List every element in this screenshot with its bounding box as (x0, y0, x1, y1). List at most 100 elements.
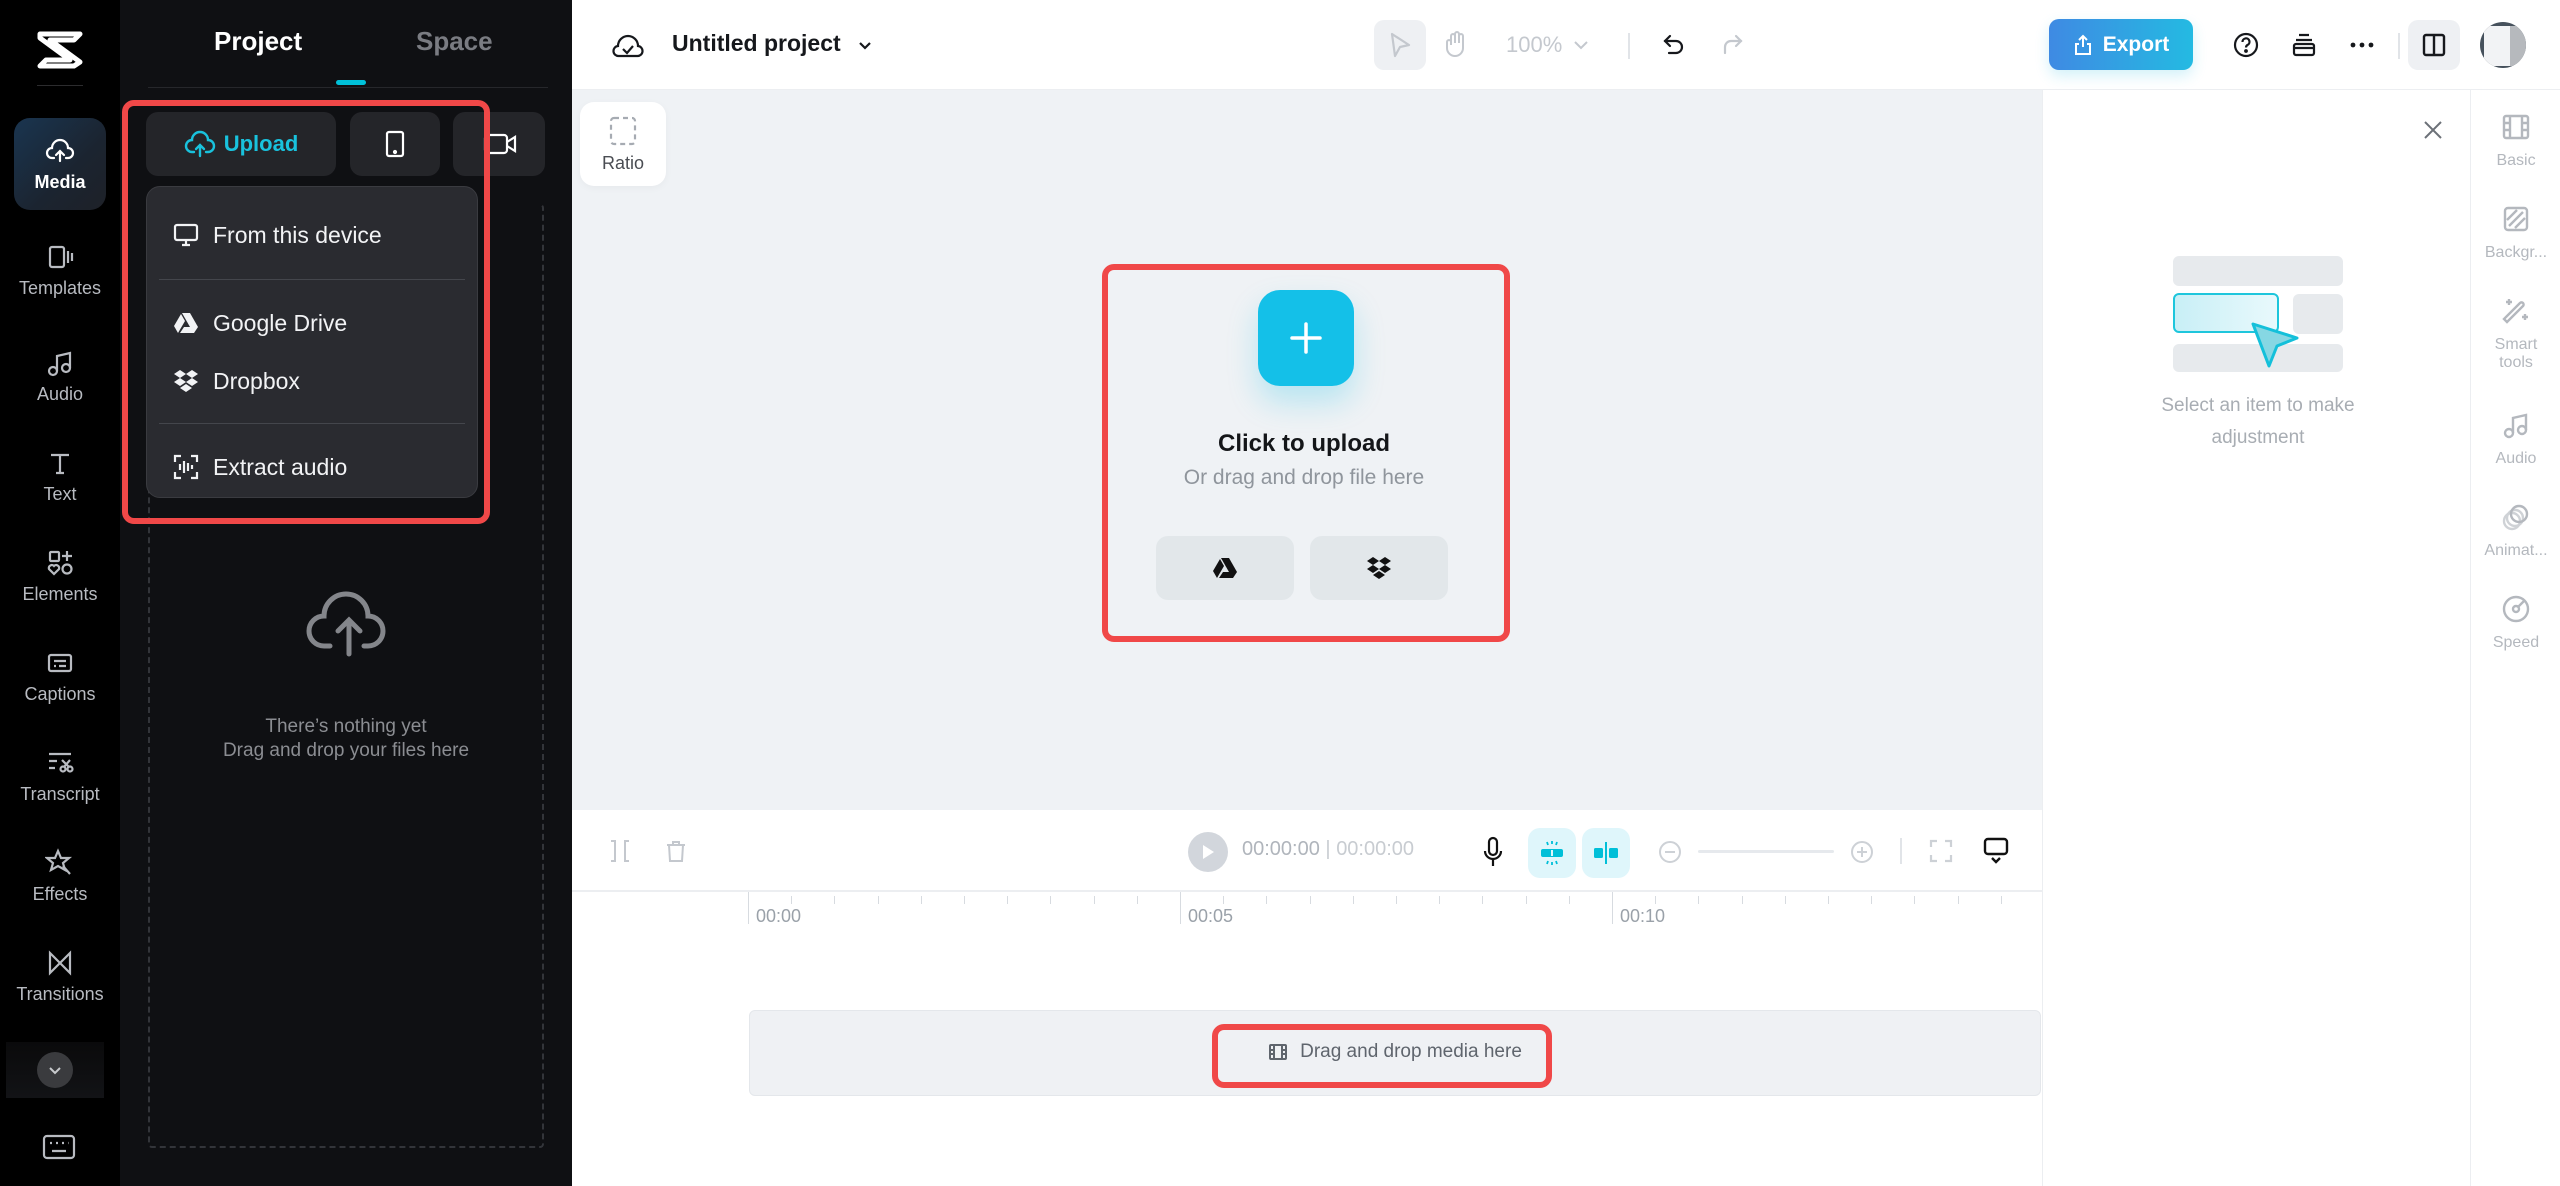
ruler-tick (1871, 896, 1873, 904)
ruler-tick (1093, 896, 1095, 904)
magnet-snap-button[interactable] (1528, 828, 1576, 878)
rail-item-audio[interactable]: Audio (14, 330, 106, 422)
ratio-button[interactable]: Ratio (580, 102, 666, 186)
rail-item-media[interactable]: Media (14, 118, 106, 210)
rail-item-transcript[interactable]: Transcript (14, 730, 106, 822)
cloud-upload-icon (184, 130, 215, 158)
captions-icon (47, 653, 73, 672)
user-avatar[interactable] (2480, 22, 2526, 68)
undo-button[interactable] (1648, 20, 1700, 70)
ruler-major-tick (1612, 892, 1613, 924)
more-options-button[interactable] (2336, 20, 2388, 70)
help-button[interactable] (2220, 20, 2272, 70)
ruler-tick (1914, 896, 1916, 904)
menu-label: From this device (213, 221, 382, 248)
hand-tool-button[interactable] (1430, 20, 1482, 70)
ruler-tick (964, 896, 965, 904)
preview-panel-button[interactable] (1982, 836, 2010, 866)
menu-item-google-drive[interactable]: Google Drive (147, 297, 477, 349)
upload-card[interactable]: Click to upload Or drag and drop file he… (1108, 270, 1500, 630)
ruler-tick (1482, 896, 1484, 904)
tab-project[interactable]: Project (214, 26, 302, 57)
upload-label: Upload (223, 131, 299, 156)
rail-item-captions[interactable]: Captions (14, 630, 106, 722)
zoom-level[interactable]: 100% (1506, 32, 1562, 58)
toolbar-divider (1628, 33, 1630, 59)
side-tool-audio[interactable]: Audio (2471, 410, 2560, 468)
link-split-button[interactable] (1582, 828, 1630, 878)
menu-divider (159, 423, 465, 424)
zoom-out-button[interactable] (1658, 840, 1682, 864)
rail-label: Media (34, 171, 86, 192)
ruler-tick (1828, 896, 1829, 904)
menu-item-from-device[interactable]: From this device (147, 209, 477, 261)
microphone-button[interactable] (1480, 836, 1506, 868)
chevron-down-icon[interactable] (1572, 38, 1590, 52)
ruler-tick (1266, 896, 1268, 904)
plus-icon (1290, 322, 1322, 354)
menu-item-extract-audio[interactable]: Extract audio (147, 441, 477, 493)
layers-button[interactable] (2278, 20, 2330, 70)
menu-label: Extract audio (213, 453, 348, 480)
cloud-upload-icon (45, 138, 75, 162)
project-title[interactable]: Untitled project (672, 30, 841, 57)
export-button[interactable]: Export (2049, 19, 2193, 70)
menu-label: Dropbox (213, 367, 300, 394)
total-time: 00:00:00 (1336, 838, 1415, 860)
dropbox-button[interactable] (1310, 536, 1448, 600)
time-separator: | (1325, 838, 1337, 860)
share-icon (2074, 34, 2091, 55)
rail-more-button[interactable] (6, 1042, 104, 1098)
rail-label: Elements (22, 583, 98, 604)
google-drive-button[interactable] (1156, 536, 1294, 600)
tab-space[interactable]: Space (416, 26, 493, 57)
properties-panel: Select an item to make adjustment (2042, 90, 2470, 1186)
toolbar-divider (2398, 33, 2400, 59)
timeline-zoom-slider[interactable] (1698, 850, 1834, 853)
redo-button[interactable] (1706, 20, 1758, 70)
play-button[interactable] (1188, 832, 1228, 872)
chevron-down-icon[interactable] (856, 36, 874, 54)
side-tool-label: Smart tools (2494, 336, 2538, 371)
phone-upload-button[interactable] (350, 112, 440, 176)
ruler-tick (1352, 896, 1354, 904)
side-tool-basic[interactable]: Basic (2471, 112, 2560, 170)
toggle-layout-button[interactable] (2408, 20, 2460, 70)
snap-icon (1541, 841, 1563, 865)
rail-item-text[interactable]: Text (14, 430, 106, 522)
fullscreen-button[interactable] (1928, 838, 1954, 864)
ruler-label: 00:05 (1188, 906, 1234, 926)
delete-button[interactable] (664, 838, 688, 864)
rail-item-effects[interactable]: Effects (14, 830, 106, 922)
timeline-track[interactable]: Drag and drop media here (749, 1010, 2041, 1096)
stack-icon (2292, 33, 2316, 57)
zoom-in-button[interactable] (1850, 840, 1874, 864)
side-tool-speed[interactable]: Speed (2471, 594, 2560, 652)
menu-item-dropbox[interactable]: Dropbox (147, 355, 477, 407)
split-panel-icon (2422, 33, 2446, 57)
rail-item-transitions[interactable]: Transitions (14, 930, 106, 1022)
rail-label: Text (43, 483, 77, 504)
ruler-tick (920, 896, 922, 904)
record-camera-button[interactable] (453, 112, 545, 176)
side-tool-smart-tools[interactable]: Smart tools (2471, 296, 2560, 372)
ratio-label: Ratio (601, 152, 645, 173)
side-tool-label: Animat... (2484, 542, 2548, 559)
add-media-button[interactable] (1258, 290, 1354, 386)
menu-divider (159, 279, 465, 280)
side-tool-background[interactable]: Backgr... (2471, 204, 2560, 262)
upload-button[interactable]: Upload (146, 112, 336, 176)
rail-item-templates[interactable]: Templates (14, 224, 106, 316)
keyboard-icon[interactable] (42, 1134, 76, 1160)
select-tool-button[interactable] (1374, 20, 1426, 70)
split-button[interactable] (608, 838, 632, 864)
rail-item-elements[interactable]: Elements (14, 530, 106, 622)
top-bar: Untitled project 100% Export (572, 0, 2560, 90)
side-tool-label: Speed (2492, 634, 2540, 651)
close-icon[interactable] (2419, 116, 2447, 144)
current-time: 00:00:00 (1242, 838, 1320, 860)
media-panel: Project Space Upload There’s nothing yet… (120, 0, 572, 1186)
side-tool-animation[interactable]: Animat... (2471, 502, 2560, 560)
tab-indicator (336, 80, 366, 85)
film-icon (1269, 1044, 1288, 1060)
